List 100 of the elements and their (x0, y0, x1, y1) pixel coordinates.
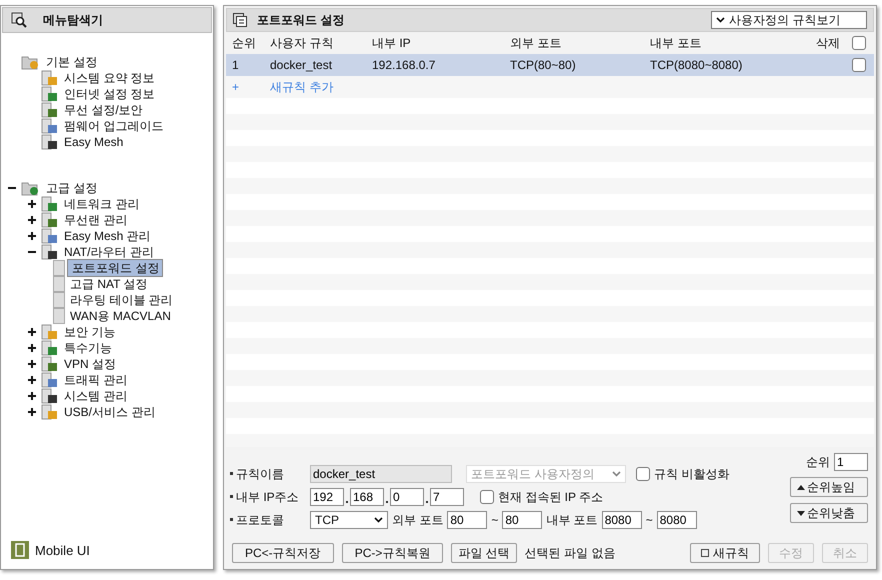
add-icon[interactable]: + (232, 80, 270, 94)
ip-octet-field[interactable]: 0 (390, 488, 424, 506)
protocol-select[interactable]: TCP (310, 511, 388, 529)
column-header: 사용자 규칙 (270, 34, 334, 52)
tree-item[interactable]: 고급 NAT 설정 (67, 276, 151, 292)
table-cell-text: 1 (232, 58, 240, 72)
expand-toggle[interactable] (28, 200, 36, 208)
rank-field[interactable]: 1 (834, 453, 868, 471)
tree-item[interactable]: 무선랜 관리 (61, 212, 130, 228)
tree-item[interactable]: Easy Mesh 관리 (61, 228, 154, 244)
tree-item[interactable]: NAT/라우터 관리 (61, 244, 157, 260)
disable-checkbox[interactable] (636, 467, 650, 481)
field-label: 내부 IP주소 (230, 488, 306, 506)
tree-item[interactable]: 무선 설정/보안 (61, 102, 146, 118)
table-row[interactable]: 1 docker_test 192.168.0.7 TCP(80~80) TCP(8080~8080) (226, 54, 874, 76)
ip-octet-field[interactable]: 168 (350, 488, 384, 506)
folder-icon (41, 340, 59, 356)
table-cell-text: TCP(8080~8080) (650, 58, 744, 72)
column-header: 외부 포트 (510, 34, 562, 52)
port-field[interactable]: 80 (447, 511, 488, 529)
ip-octet-field[interactable]: 192 (310, 488, 344, 506)
folder-icon (41, 118, 59, 134)
mobile-icon (11, 541, 29, 559)
page-icon (53, 276, 65, 292)
page-icon (53, 260, 65, 276)
window-icon (233, 13, 247, 27)
expand-toggle[interactable] (8, 184, 16, 192)
move-down-button[interactable]: 순위낮춤 (790, 503, 868, 523)
folder-icon (21, 54, 41, 70)
view-select[interactable]: 사용자정의 규칙보기 (711, 11, 867, 29)
page-icon (53, 292, 65, 308)
tree-item[interactable]: 고급 설정 (43, 180, 100, 196)
search-icon (11, 12, 27, 28)
tree-item[interactable]: 네트워크 관리 (61, 196, 142, 212)
tree-item[interactable]: 라우팅 테이블 관리 (67, 292, 176, 308)
range-separator: ~ (491, 513, 498, 527)
expand-toggle[interactable] (28, 232, 36, 240)
folder-icon (41, 212, 59, 228)
chevron-down-icon (374, 517, 383, 523)
expand-toggle[interactable] (28, 360, 36, 368)
tree-item[interactable]: 기본 설정 (43, 54, 100, 70)
expand-toggle[interactable] (28, 392, 36, 400)
folder-icon (41, 228, 59, 244)
table-cell-text: docker_test (270, 58, 334, 72)
current-ip-checkbox[interactable] (480, 490, 494, 504)
move-up-button[interactable]: 순위높임 (790, 477, 868, 497)
expand-toggle[interactable] (28, 328, 36, 336)
expand-toggle[interactable] (28, 248, 36, 256)
expand-toggle[interactable] (28, 376, 36, 384)
tree-item[interactable]: 인터넷 설정 정보 (61, 86, 158, 102)
tree-item[interactable]: USB/서비스 관리 (61, 404, 158, 420)
field-label: 내부 포트 (546, 512, 598, 528)
port-field[interactable]: 8080 (602, 511, 642, 529)
restore-rules-button[interactable]: PC->규칙복원 (342, 543, 444, 563)
page-icon (53, 308, 65, 324)
checkbox-label: 현재 접속된 IP 주소 (498, 488, 604, 506)
folder-icon (41, 388, 59, 404)
save-rules-button[interactable]: PC<-규칙저장 (232, 543, 334, 563)
field-label: 외부 포트 (392, 512, 444, 528)
column-header: 내부 포트 (650, 34, 702, 52)
folder-icon (41, 372, 59, 388)
chevron-down-icon (716, 17, 725, 23)
sidebar-title: 메뉴탐색기 (43, 12, 103, 28)
field-label: 규칙이름 (230, 466, 306, 482)
column-header: 순위 (232, 34, 257, 52)
port-field[interactable]: 80 (502, 511, 542, 529)
port-field[interactable]: 8080 (656, 511, 697, 529)
tree-item[interactable]: VPN 설정 (61, 356, 120, 372)
checkbox-label: 규칙 비활성화 (654, 466, 730, 482)
ip-octet-field[interactable]: 7 (430, 488, 464, 506)
tree-item[interactable]: 특수기능 (61, 340, 115, 356)
tree-item[interactable]: 포트포워드 설정 (67, 259, 163, 277)
mobile-ui-link[interactable]: Mobile UI (35, 542, 90, 558)
folder-icon (41, 404, 59, 420)
tree-item[interactable]: 시스템 관리 (61, 388, 130, 404)
tree-item[interactable]: Easy Mesh (61, 135, 126, 149)
folder-icon (41, 102, 59, 118)
rule-name-field[interactable]: docker_test (310, 465, 452, 483)
folder-icon (41, 134, 59, 150)
tree-item[interactable]: 펌웨어 업그레이드 (61, 118, 166, 134)
column-header: 내부 IP (372, 34, 412, 52)
folder-icon (41, 70, 59, 86)
tree-item[interactable]: 보안 기능 (61, 324, 118, 340)
select-all-checkbox[interactable] (852, 36, 866, 50)
expand-toggle[interactable] (28, 344, 36, 352)
panel-title: 포트포워드 설정 (257, 12, 344, 28)
field-label: 프로토콜 (230, 512, 306, 528)
expand-toggle[interactable] (28, 408, 36, 416)
folder-icon (41, 196, 59, 212)
range-separator: ~ (646, 513, 653, 527)
row-checkbox[interactable] (852, 58, 866, 72)
file-status: 선택된 파일 없음 (524, 544, 616, 562)
expand-toggle[interactable] (28, 216, 36, 224)
tree-item[interactable]: WAN용 MACVLAN (67, 308, 174, 324)
add-rule-link[interactable]: 새규칙 추가 (270, 78, 372, 96)
column-header: 삭제 (815, 34, 841, 52)
tree-item[interactable]: 트래픽 관리 (61, 372, 130, 388)
file-select-button[interactable]: 파일 선택 (451, 543, 517, 563)
new-rule-button[interactable]: 새규칙 (690, 543, 760, 563)
tree-item[interactable]: 시스템 요약 정보 (61, 70, 158, 86)
